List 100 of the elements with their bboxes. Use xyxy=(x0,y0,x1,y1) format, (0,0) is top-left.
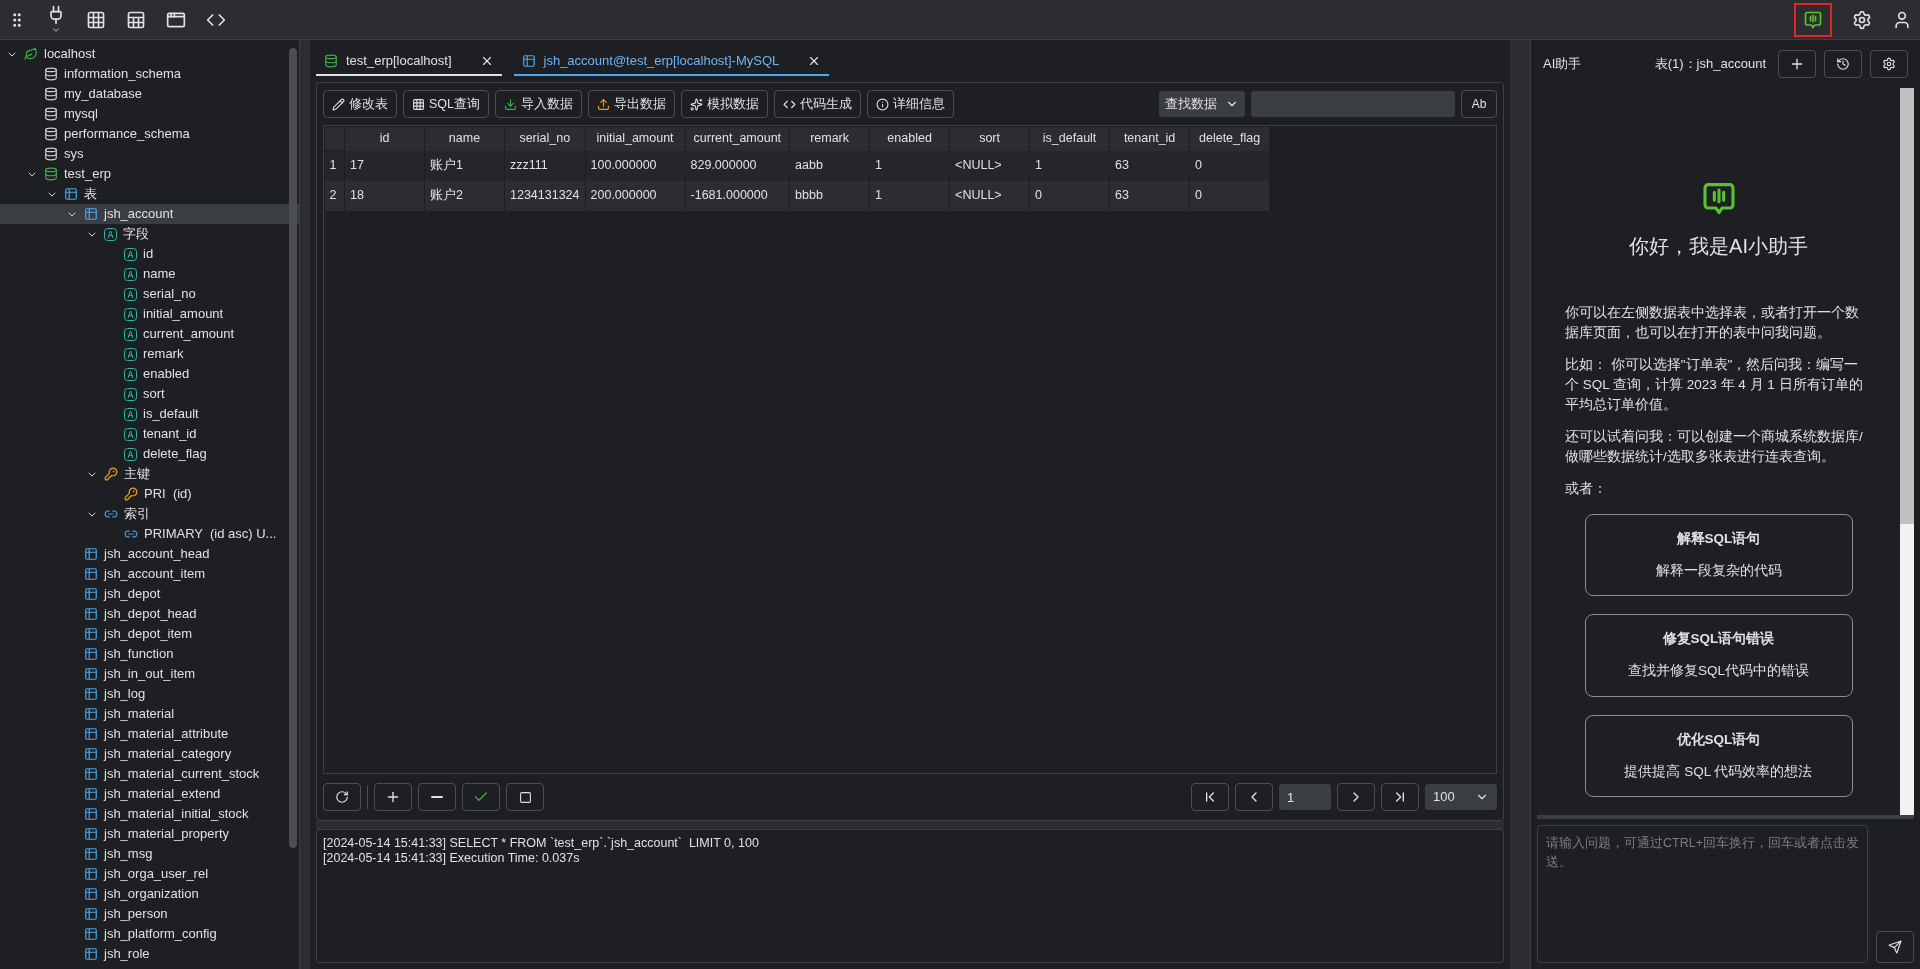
column-header[interactable]: serial_no xyxy=(504,126,586,151)
tree-item[interactable]: jsh_account_head xyxy=(0,544,299,564)
settings-icon[interactable] xyxy=(1852,9,1872,30)
tree-item[interactable]: jsh_material_property xyxy=(0,824,299,844)
column-header[interactable]: tenant_id xyxy=(1109,126,1190,151)
tree-item[interactable]: jsh_person xyxy=(0,904,299,924)
table-cell: 100.000000 xyxy=(585,150,686,181)
question-field[interactable]: 请输入问题，可通过CTRL+回车换行，回车或者点击发送。 xyxy=(1537,825,1868,963)
tree-item[interactable]: jsh_function xyxy=(0,644,299,664)
tree-item[interactable]: performance_schema xyxy=(0,124,299,144)
tree-item[interactable]: jsh_in_out_item xyxy=(0,664,299,684)
tree-item[interactable]: jsh_platform_config xyxy=(0,924,299,944)
ai-assistant-button[interactable] xyxy=(1794,2,1832,37)
tree-item[interactable]: remark xyxy=(0,344,299,364)
table-icon[interactable] xyxy=(126,9,146,30)
tree-item[interactable]: tenant_id xyxy=(0,424,299,444)
tree-item[interactable]: my_database xyxy=(0,84,299,104)
tree-item[interactable]: jsh_material_extend xyxy=(0,784,299,804)
suggestion-card[interactable]: 修复SQL语句错误 查找并修复SQL代码中的错误 xyxy=(1584,614,1853,697)
column-header[interactable]: id xyxy=(344,126,425,151)
grid-icon xyxy=(412,97,425,111)
sparkle-icon xyxy=(690,97,703,111)
tree-item[interactable]: is_default xyxy=(0,404,299,424)
column-header[interactable]: name xyxy=(424,126,505,151)
tree-item[interactable]: jsh_role xyxy=(0,944,299,964)
tree-item[interactable]: jsh_material_category xyxy=(0,744,299,764)
tree-item[interactable]: delete_flag xyxy=(0,444,299,464)
user-icon[interactable] xyxy=(1892,9,1912,30)
scrollbar[interactable] xyxy=(289,48,297,848)
tab[interactable]: jsh_account@test_erp[localhost]-MySQL xyxy=(513,48,830,76)
tree-item[interactable]: jsh_orga_user_rel xyxy=(0,864,299,884)
tab[interactable]: test_erp[localhost] xyxy=(316,48,502,76)
tree-item[interactable]: current_amount xyxy=(0,324,299,344)
tree-item[interactable]: PRIMARY (id asc) U... xyxy=(0,524,299,544)
tree-item[interactable]: 字段 xyxy=(0,224,299,244)
tree-item[interactable]: jsh_depot xyxy=(0,584,299,604)
column-header[interactable]: sort xyxy=(949,126,1030,151)
tree-item[interactable]: jsh_material_attribute xyxy=(0,724,299,744)
tree-item[interactable]: jsh_depot_item xyxy=(0,624,299,644)
tree-item[interactable]: 主键 xyxy=(0,464,299,484)
refresh-button[interactable] xyxy=(323,783,361,811)
next-page-button[interactable] xyxy=(1337,783,1375,811)
tree-item[interactable]: serial_no xyxy=(0,284,299,304)
tree-item[interactable]: sys xyxy=(0,144,299,164)
column-header[interactable]: remark xyxy=(789,126,870,151)
new-chat-button[interactable] xyxy=(1778,50,1816,78)
tree-item[interactable]: jsh_material_current_stock xyxy=(0,764,299,784)
toolbar-button[interactable]: 代码生成 xyxy=(774,90,861,118)
column-header[interactable]: current_amount xyxy=(685,126,790,151)
column-header[interactable]: is_default xyxy=(1029,126,1110,151)
remove-row-button[interactable] xyxy=(418,783,456,811)
history-button[interactable] xyxy=(1824,50,1862,78)
tree-item[interactable]: enabled xyxy=(0,364,299,384)
tree-item[interactable]: name xyxy=(0,264,299,284)
table-cell: -1681.000000 xyxy=(685,180,790,211)
column-header[interactable]: enabled xyxy=(869,126,950,151)
tree-item[interactable]: information_schema xyxy=(0,64,299,84)
search-field[interactable] xyxy=(1251,91,1455,117)
toolbar-button[interactable]: 导出数据 xyxy=(588,90,675,118)
suggestion-card[interactable]: 优化SQL语句 提供提高 SQL 代码效率的想法 xyxy=(1584,714,1853,797)
tree-item[interactable]: jsh_log xyxy=(0,684,299,704)
tree-item[interactable]: test_erp xyxy=(0,164,299,184)
send-button[interactable] xyxy=(1876,931,1914,963)
table-icon xyxy=(84,767,98,781)
scrollbar[interactable] xyxy=(1900,88,1914,815)
suggestion-card[interactable]: 解释SQL语句 解释一段复杂的代码 xyxy=(1584,513,1853,596)
cancel-button[interactable] xyxy=(506,783,544,811)
search-mode-dropdown[interactable]: 查找数据 xyxy=(1159,91,1245,117)
tree-item[interactable]: jsh_account_item xyxy=(0,564,299,584)
column-header[interactable]: initial_amount xyxy=(585,126,686,151)
previous-page-button[interactable] xyxy=(1235,783,1273,811)
first-page-button[interactable] xyxy=(1191,783,1229,811)
tree-item[interactable]: mysql xyxy=(0,104,299,124)
tree-item[interactable]: 表 xyxy=(0,184,299,204)
tree-item[interactable]: jsh_account xyxy=(0,204,299,224)
tree-item[interactable]: jsh_material_initial_stock xyxy=(0,804,299,824)
add-row-button[interactable] xyxy=(374,783,412,811)
toolbar-button[interactable]: 详细信息 xyxy=(867,90,954,118)
toolbar-button[interactable]: 模拟数据 xyxy=(681,90,768,118)
tree-item[interactable]: PRI (id) xyxy=(0,484,299,504)
tree-item[interactable]: localhost xyxy=(0,44,299,64)
toolbar-button[interactable]: 导入数据 xyxy=(495,90,582,118)
tree-item[interactable]: jsh_material xyxy=(0,704,299,724)
page-size-dropdown[interactable]: 100 xyxy=(1425,784,1497,810)
tree-item[interactable]: sort xyxy=(0,384,299,404)
tree-item[interactable]: jsh_depot_head xyxy=(0,604,299,624)
tree-item[interactable]: 索引 xyxy=(0,504,299,524)
scrollbar-thumb[interactable] xyxy=(1900,88,1914,525)
column-header[interactable]: delete_flag xyxy=(1189,126,1270,151)
toolbar-button[interactable]: 修改表 xyxy=(323,90,397,118)
toolbar-button[interactable]: SQL查询 xyxy=(403,90,489,118)
tree-item[interactable]: jsh_organization xyxy=(0,884,299,904)
settings-button[interactable] xyxy=(1870,50,1908,78)
page-field[interactable]: 1 xyxy=(1279,784,1331,810)
tree-item[interactable]: id xyxy=(0,244,299,264)
match-case-button[interactable]: Ab xyxy=(1461,90,1497,118)
apply-button[interactable] xyxy=(462,783,500,811)
tree-item[interactable]: initial_amount xyxy=(0,304,299,324)
last-page-button[interactable] xyxy=(1381,783,1419,811)
tree-item[interactable]: jsh_msg xyxy=(0,844,299,864)
